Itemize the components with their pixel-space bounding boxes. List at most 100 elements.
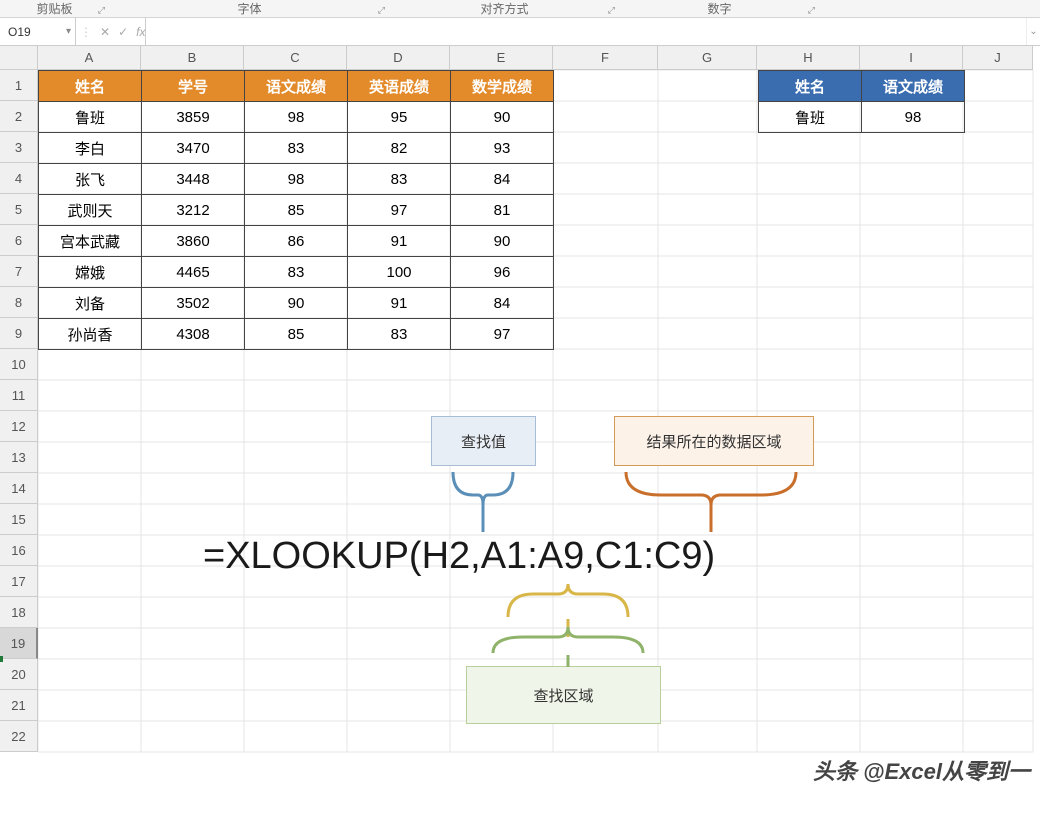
cell[interactable]: 83 [348, 164, 451, 195]
dialog-launcher-icon[interactable]: ⤢ [98, 5, 105, 16]
column-header-J[interactable]: J [963, 46, 1033, 70]
cell[interactable]: 83 [348, 319, 451, 350]
main-header-0[interactable]: 姓名 [39, 71, 142, 102]
column-header-C[interactable]: C [244, 46, 347, 70]
lookup-header-1[interactable]: 语文成绩 [862, 71, 965, 102]
cell[interactable]: 3860 [142, 226, 245, 257]
name-box[interactable]: O19 ▾ [0, 18, 76, 45]
column-header-A[interactable]: A [38, 46, 141, 70]
table-row[interactable]: 孙尚香4308858397 [39, 319, 554, 350]
cell[interactable]: 97 [348, 195, 451, 226]
cell[interactable]: 3470 [142, 133, 245, 164]
row-header-18[interactable]: 18 [0, 597, 38, 628]
dialog-launcher-icon[interactable]: ⤢ [378, 5, 385, 16]
row-header-1[interactable]: 1 [0, 70, 38, 101]
column-header-E[interactable]: E [450, 46, 553, 70]
dialog-launcher-icon[interactable]: ⤢ [608, 5, 615, 16]
table-row[interactable]: 武则天3212859781 [39, 195, 554, 226]
row-header-7[interactable]: 7 [0, 256, 38, 287]
cell[interactable]: 90 [451, 102, 554, 133]
row-header-17[interactable]: 17 [0, 566, 38, 597]
table-row[interactable]: 鲁班98 [759, 102, 965, 133]
cell[interactable]: 3859 [142, 102, 245, 133]
row-header-3[interactable]: 3 [0, 132, 38, 163]
lookup-header-0[interactable]: 姓名 [759, 71, 862, 102]
column-header-B[interactable]: B [141, 46, 244, 70]
cell[interactable]: 82 [348, 133, 451, 164]
cell[interactable]: 85 [245, 195, 348, 226]
column-header-G[interactable]: G [658, 46, 757, 70]
cell[interactable]: 93 [451, 133, 554, 164]
cell[interactable]: 宫本武藏 [39, 226, 142, 257]
dialog-launcher-icon[interactable]: ⤢ [808, 5, 815, 16]
table-row[interactable]: 宫本武藏3860869190 [39, 226, 554, 257]
row-header-9[interactable]: 9 [0, 318, 38, 349]
row-header-6[interactable]: 6 [0, 225, 38, 256]
main-header-3[interactable]: 英语成绩 [348, 71, 451, 102]
cell[interactable]: 83 [245, 133, 348, 164]
cell[interactable]: 90 [451, 226, 554, 257]
main-header-1[interactable]: 学号 [142, 71, 245, 102]
cell[interactable]: 86 [245, 226, 348, 257]
cell[interactable]: 95 [348, 102, 451, 133]
cell[interactable]: 90 [245, 288, 348, 319]
cancel-button[interactable]: ✕ [96, 25, 114, 39]
cell[interactable]: 3212 [142, 195, 245, 226]
row-header-22[interactable]: 22 [0, 721, 38, 752]
column-header-F[interactable]: F [553, 46, 658, 70]
row-header-11[interactable]: 11 [0, 380, 38, 411]
cell[interactable]: 鲁班 [39, 102, 142, 133]
cell[interactable]: 嫦娥 [39, 257, 142, 288]
row-header-10[interactable]: 10 [0, 349, 38, 380]
cell[interactable]: 100 [348, 257, 451, 288]
row-header-19[interactable]: 19 [0, 628, 38, 659]
cell[interactable]: 81 [451, 195, 554, 226]
table-row[interactable]: 张飞3448988384 [39, 164, 554, 195]
column-header-D[interactable]: D [347, 46, 450, 70]
row-header-14[interactable]: 14 [0, 473, 38, 504]
row-header-21[interactable]: 21 [0, 690, 38, 721]
formula-bar-expand-icon[interactable]: ⌄ [1026, 18, 1040, 45]
main-header-2[interactable]: 语文成绩 [245, 71, 348, 102]
row-header-12[interactable]: 12 [0, 411, 38, 442]
cell[interactable]: 3448 [142, 164, 245, 195]
cell[interactable]: 98 [245, 102, 348, 133]
cell[interactable]: 91 [348, 226, 451, 257]
column-header-H[interactable]: H [757, 46, 860, 70]
cell[interactable]: 孙尚香 [39, 319, 142, 350]
select-all-corner[interactable] [0, 46, 38, 70]
table-row[interactable]: 李白3470838293 [39, 133, 554, 164]
cell[interactable]: 张飞 [39, 164, 142, 195]
table-row[interactable]: 鲁班3859989590 [39, 102, 554, 133]
row-header-4[interactable]: 4 [0, 163, 38, 194]
cell[interactable]: 85 [245, 319, 348, 350]
row-header-2[interactable]: 2 [0, 101, 38, 132]
main-header-4[interactable]: 数学成绩 [451, 71, 554, 102]
row-header-16[interactable]: 16 [0, 535, 38, 566]
row-header-15[interactable]: 15 [0, 504, 38, 535]
cell[interactable]: 鲁班 [759, 102, 862, 133]
row-header-5[interactable]: 5 [0, 194, 38, 225]
cells-area[interactable]: 姓名学号语文成绩英语成绩数学成绩鲁班3859989590李白3470838293… [38, 70, 1040, 820]
row-header-13[interactable]: 13 [0, 442, 38, 473]
table-row[interactable]: 嫦娥44658310096 [39, 257, 554, 288]
cell[interactable]: 97 [451, 319, 554, 350]
cell[interactable]: 武则天 [39, 195, 142, 226]
cell[interactable]: 98 [245, 164, 348, 195]
cell[interactable]: 84 [451, 288, 554, 319]
confirm-button[interactable]: ✓ [114, 25, 132, 39]
row-header-8[interactable]: 8 [0, 287, 38, 318]
cell[interactable]: 4465 [142, 257, 245, 288]
cell[interactable]: 84 [451, 164, 554, 195]
cell[interactable]: 李白 [39, 133, 142, 164]
cell[interactable]: 91 [348, 288, 451, 319]
cell[interactable]: 刘备 [39, 288, 142, 319]
cell[interactable]: 98 [862, 102, 965, 133]
column-header-I[interactable]: I [860, 46, 963, 70]
table-row[interactable]: 刘备3502909184 [39, 288, 554, 319]
cell[interactable]: 3502 [142, 288, 245, 319]
cell[interactable]: 96 [451, 257, 554, 288]
cell[interactable]: 4308 [142, 319, 245, 350]
chevron-down-icon[interactable]: ▾ [66, 26, 71, 37]
cell[interactable]: 83 [245, 257, 348, 288]
